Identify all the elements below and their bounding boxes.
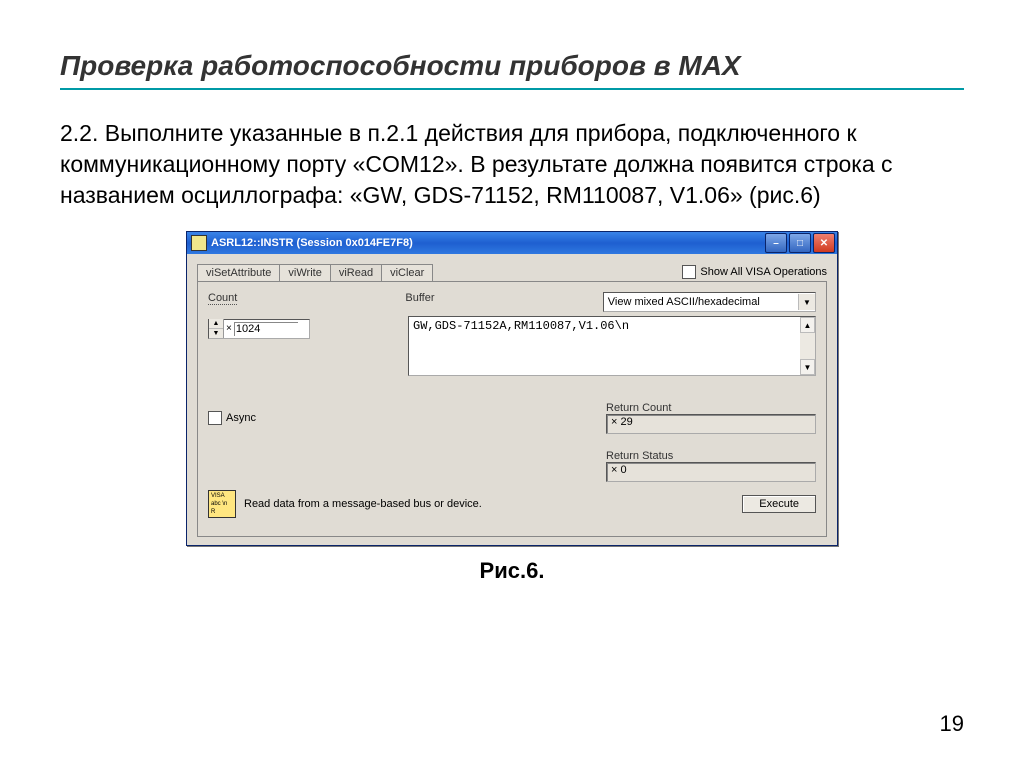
buffer-text-content: GW,GDS-71152A,RM110087,V1.06\n [409,317,800,375]
return-count-label: Return Count [606,402,806,414]
figure-caption: Рис.6. [60,558,964,584]
scrollbar-track[interactable] [800,333,815,359]
tab-bar: viSetAttribute viWrite viRead viClear Sh… [197,262,827,282]
count-input-group[interactable]: ▲▼ × [208,319,310,339]
visa-icon: VISA abc \n R [208,490,236,518]
tab-viclear[interactable]: viClear [381,264,433,281]
chevron-down-icon[interactable]: ▼ [798,294,815,310]
maximize-button[interactable]: □ [789,233,811,253]
async-checkbox[interactable] [208,411,222,425]
scroll-down-icon[interactable]: ▼ [800,359,815,375]
tab-viwrite[interactable]: viWrite [279,264,330,281]
count-label: Count [208,292,237,305]
tab-visetattribute[interactable]: viSetAttribute [197,264,280,281]
buffer-view-dropdown[interactable]: View mixed ASCII/hexadecimal ▼ [603,292,816,312]
dialog-window: ASRL12::INSTR (Session 0x014FE7F8) – □ ✕… [186,231,838,546]
show-all-checkbox[interactable] [682,265,696,279]
titlebar[interactable]: ASRL12::INSTR (Session 0x014FE7F8) – □ ✕ [187,232,837,254]
window-title: ASRL12::INSTR (Session 0x014FE7F8) [211,237,765,249]
execute-button[interactable]: Execute [742,495,816,513]
tab-viread[interactable]: viRead [330,264,382,281]
scroll-up-icon[interactable]: ▲ [800,317,815,333]
title-rule [60,88,964,90]
buffer-textarea[interactable]: GW,GDS-71152A,RM110087,V1.06\n ▲ ▼ [408,316,816,376]
count-input[interactable] [234,322,298,336]
show-all-label: Show All VISA Operations [700,266,827,278]
hint-text: Read data from a message-based bus or de… [244,498,482,510]
minimize-button[interactable]: – [765,233,787,253]
slide-title: Проверка работоспособности приборов в MA… [60,50,964,82]
count-spinner[interactable]: ▲▼ [209,319,224,338]
async-label: Async [226,412,256,424]
buffer-label: Buffer [405,292,434,304]
page-number: 19 [940,711,964,737]
return-count-field: × 29 [606,414,816,434]
close-button[interactable]: ✕ [813,233,835,253]
app-icon [191,235,207,251]
return-status-label: Return Status [606,450,806,462]
return-status-field: × 0 [606,462,816,482]
buffer-view-value: View mixed ASCII/hexadecimal [608,296,798,308]
slide-body: 2.2. Выполните указанные в п.2.1 действи… [60,118,964,211]
tab-pane: Count Buffer View mixed ASCII/hexadecima… [197,281,827,537]
